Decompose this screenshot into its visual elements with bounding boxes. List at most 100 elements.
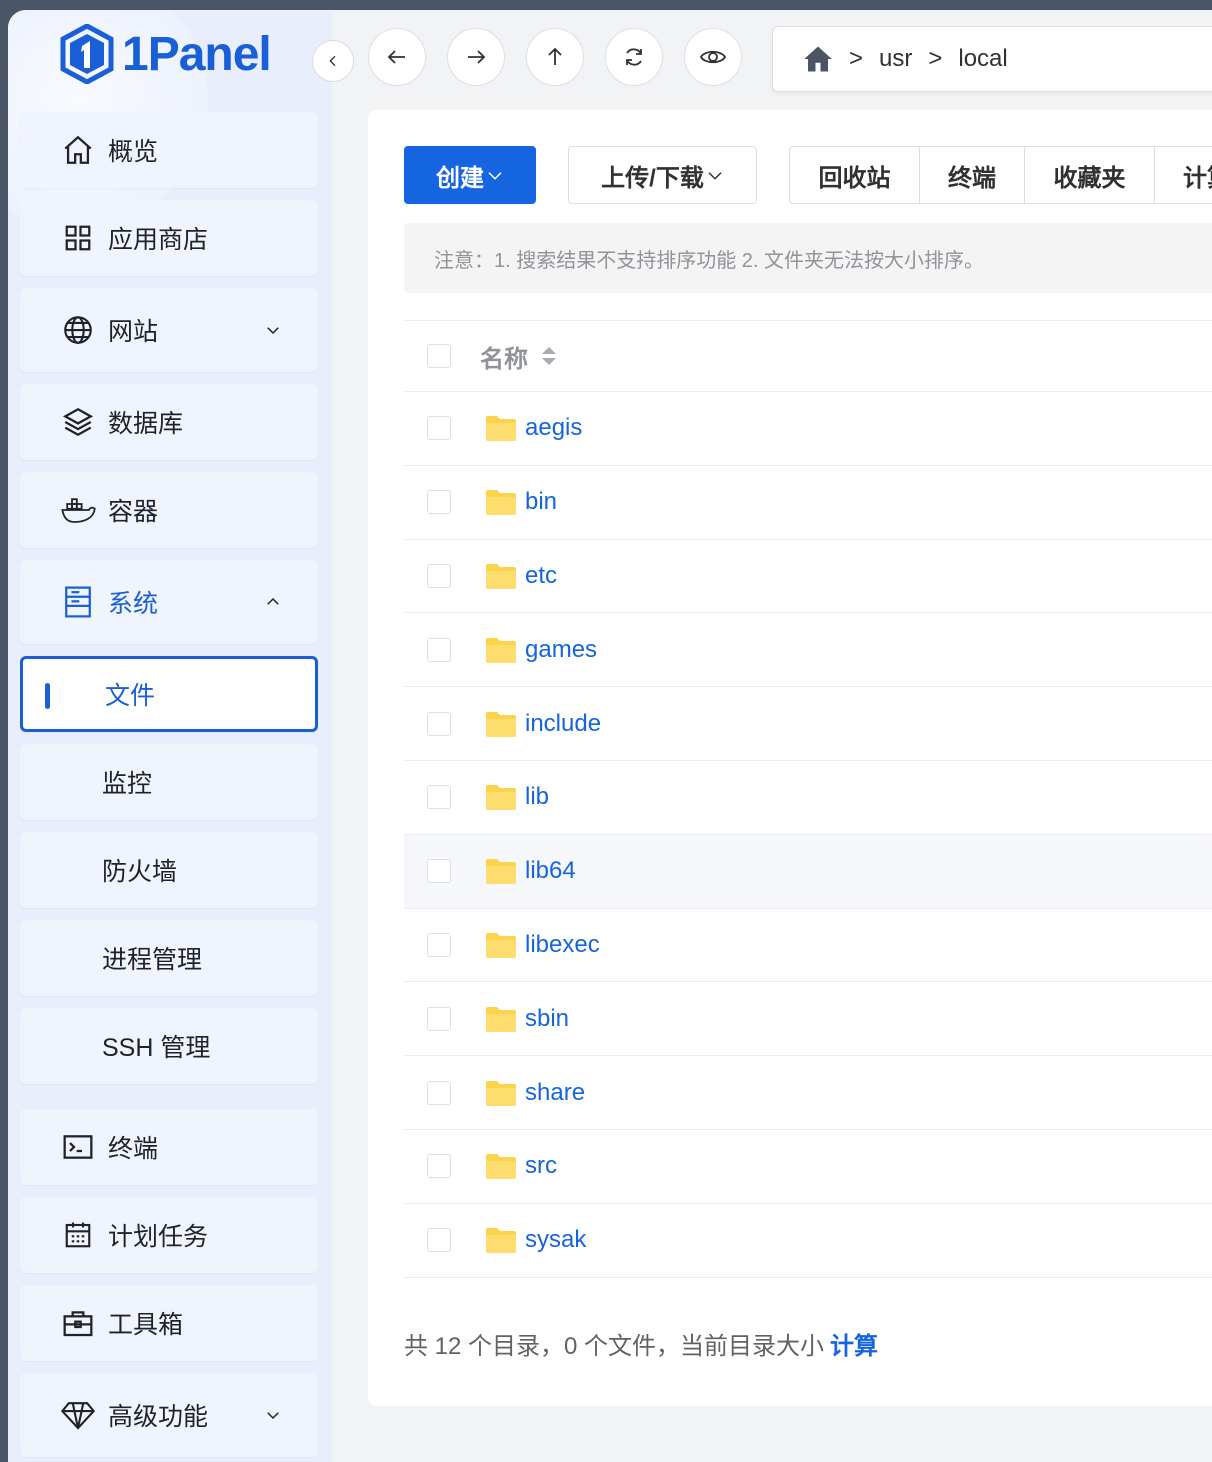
sidebar-item-container[interactable]: 容器 (20, 472, 318, 548)
breadcrumb-separator: > (928, 45, 943, 72)
folder-icon (486, 711, 516, 737)
sidebar-item-advanced[interactable]: 高级功能 (20, 1373, 318, 1457)
view-button[interactable] (684, 28, 742, 86)
footer-calculate-link[interactable]: 计算 (830, 1333, 878, 1360)
row-checkbox[interactable] (427, 416, 451, 441)
row-checkbox[interactable] (427, 859, 451, 884)
file-name-link[interactable]: libexec (525, 931, 600, 959)
table-row[interactable]: aegis (404, 392, 1212, 466)
sidebar-item-files[interactable]: 文件 (20, 656, 318, 732)
file-name-link[interactable]: sysak (525, 1226, 586, 1254)
sidebar-item-label: 网站 (108, 318, 159, 346)
row-checkbox[interactable] (427, 563, 451, 588)
table-row[interactable]: libexec (404, 909, 1212, 983)
row-checkbox[interactable] (427, 1006, 451, 1031)
sidebar-item-ssh[interactable]: SSH 管理 (20, 1008, 318, 1084)
sidebar-item-label: SSH 管理 (102, 1034, 211, 1062)
table-row[interactable]: include (404, 687, 1212, 761)
sidebar-item-label: 工具箱 (108, 1311, 184, 1339)
sidebar-item-label: 应用商店 (108, 226, 209, 254)
docker-icon (60, 492, 96, 528)
row-checkbox[interactable] (427, 490, 451, 515)
file-table: 名称 aegis bin etc games include lib lib64 libexe… (404, 320, 1212, 1278)
table-row[interactable]: sbin (404, 982, 1212, 1057)
file-name-link[interactable]: games (525, 636, 597, 664)
column-header-name[interactable]: 名称 (480, 339, 558, 374)
sidebar-item-overview[interactable]: 概览 (20, 112, 318, 188)
back-button[interactable] (368, 28, 426, 86)
sidebar-item-terminal[interactable]: 终端 (20, 1109, 318, 1185)
sidebar-item-website[interactable]: 网站 (20, 288, 318, 372)
refresh-button[interactable] (605, 28, 663, 86)
row-checkbox[interactable] (427, 932, 451, 957)
folder-icon (486, 1154, 516, 1180)
file-name-link[interactable]: bin (525, 488, 557, 516)
home-icon[interactable] (803, 45, 833, 73)
sidebar-item-process[interactable]: 进程管理 (20, 920, 318, 996)
file-name-link[interactable]: lib64 (525, 857, 576, 885)
sidebar-item-app-store[interactable]: 应用商店 (20, 200, 318, 276)
sidebar-item-monitor[interactable]: 监控 (20, 744, 318, 820)
eye-icon (699, 50, 727, 64)
file-name-link[interactable]: include (525, 710, 601, 738)
sidebar-item-label: 防火墙 (102, 858, 178, 886)
calculate-button[interactable]: 计算 (1155, 147, 1212, 203)
select-all-checkbox[interactable] (427, 344, 451, 368)
sidebar-item-cron[interactable]: 计划任务 (20, 1197, 318, 1273)
row-checkbox[interactable] (427, 1154, 451, 1179)
sidebar-item-label: 容器 (108, 498, 159, 526)
file-name-link[interactable]: lib (525, 783, 549, 811)
server-icon (60, 584, 96, 620)
row-checkbox[interactable] (427, 1080, 451, 1105)
table-row[interactable]: share (404, 1056, 1212, 1130)
row-checkbox[interactable] (427, 785, 451, 810)
up-button[interactable] (526, 28, 584, 86)
file-name-link[interactable]: etc (525, 562, 557, 590)
recycle-bin-button[interactable]: 回收站 (790, 147, 920, 203)
logo[interactable]: 1Panel (60, 24, 272, 84)
breadcrumb: > usr > local (772, 26, 1212, 92)
collapse-sidebar-button[interactable] (312, 40, 354, 82)
breadcrumb-item-local[interactable]: local (958, 45, 1007, 73)
table-row[interactable]: src (404, 1130, 1212, 1204)
favorites-button[interactable]: 收藏夹 (1025, 147, 1155, 203)
folder-icon (486, 416, 516, 442)
sidebar-item-firewall[interactable]: 防火墙 (20, 832, 318, 908)
sidebar-item-database[interactable]: 数据库 (20, 384, 318, 460)
folder-icon (486, 785, 516, 811)
folder-icon (486, 1006, 516, 1032)
home-icon (60, 132, 96, 168)
table-row[interactable]: etc (404, 540, 1212, 614)
calendar-icon (60, 1217, 96, 1253)
table-row[interactable]: games (404, 613, 1212, 688)
table-row[interactable]: bin (404, 466, 1212, 540)
sidebar-item-label: 数据库 (108, 410, 184, 438)
upload-download-button[interactable]: 上传/下载 (568, 146, 757, 204)
folder-icon (486, 932, 516, 958)
file-name-link[interactable]: sbin (525, 1005, 569, 1033)
sidebar-item-label: 概览 (108, 138, 159, 166)
create-button[interactable]: 创建 (404, 146, 536, 204)
file-name-link[interactable]: src (525, 1152, 557, 1180)
app-window: 1Panel 概览 应用商店 网站 数据库 容器 系统 文件 监控 防火墙 进程… (8, 10, 1212, 1462)
breadcrumb-item-usr[interactable]: usr (879, 45, 912, 73)
chevron-down-icon (267, 327, 279, 335)
table-header: 名称 (404, 320, 1212, 392)
row-checkbox[interactable] (427, 711, 451, 736)
notice-alert: 注意：1. 搜索结果不支持排序功能 2. 文件夹无法按大小排序。 (404, 223, 1212, 293)
sort-icon[interactable] (540, 344, 558, 368)
chevron-down-icon (267, 1412, 279, 1420)
terminal-button[interactable]: 终端 (920, 147, 1025, 203)
forward-button[interactable] (447, 28, 505, 86)
row-checkbox[interactable] (427, 1228, 451, 1253)
sidebar-item-system[interactable]: 系统 (20, 560, 318, 644)
file-name-link[interactable]: aegis (525, 414, 582, 442)
arrow-up-icon (548, 47, 562, 65)
row-checkbox[interactable] (427, 637, 451, 662)
sidebar-item-toolbox[interactable]: 工具箱 (20, 1285, 318, 1361)
file-name-link[interactable]: share (525, 1079, 585, 1107)
table-row[interactable]: lib64 (404, 834, 1212, 909)
diamond-icon (60, 1397, 96, 1433)
table-row[interactable]: lib (404, 761, 1212, 835)
table-row[interactable]: sysak (404, 1204, 1212, 1278)
